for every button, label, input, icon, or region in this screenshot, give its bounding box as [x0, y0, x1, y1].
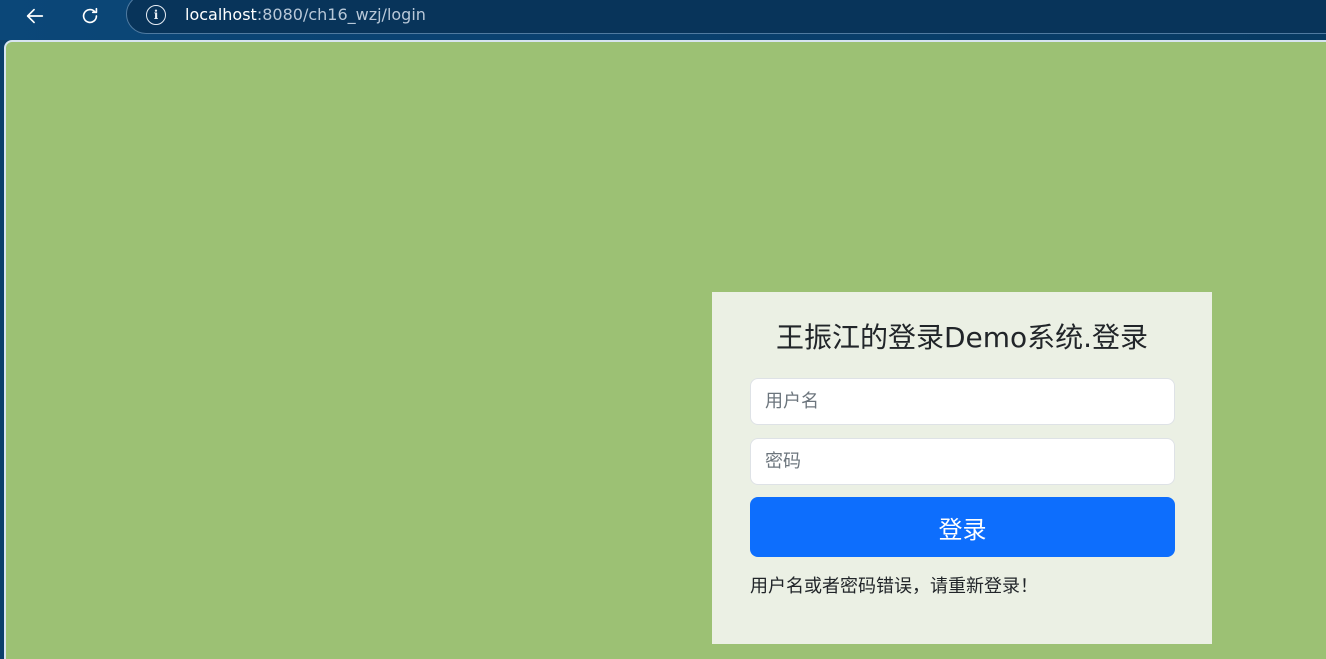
back-arrow-icon: [26, 8, 44, 24]
reload-button[interactable]: [76, 2, 104, 30]
url-host: localhost: [185, 5, 257, 24]
browser-toolbar: i localhost:8080/ch16_wzj/login: [0, 0, 1326, 40]
reload-icon: [82, 7, 98, 24]
back-button[interactable]: [21, 2, 49, 30]
url-text[interactable]: localhost:8080/ch16_wzj/login: [185, 4, 426, 26]
url-path: :8080/ch16_wzj/login: [256, 5, 426, 24]
site-info-icon[interactable]: i: [146, 5, 166, 25]
login-title: 王振江的登录Demo系统.登录: [775, 321, 1149, 354]
page-viewport: 王振江的登录Demo系统.登录 登录 用户名或者密码错误，请重新登录！: [4, 40, 1326, 659]
username-input[interactable]: [750, 378, 1175, 425]
login-card: 王振江的登录Demo系统.登录 登录 用户名或者密码错误，请重新登录！: [712, 292, 1212, 644]
password-input[interactable]: [750, 438, 1175, 485]
error-message: 用户名或者密码错误，请重新登录！: [750, 576, 1038, 597]
login-button[interactable]: 登录: [750, 497, 1175, 557]
